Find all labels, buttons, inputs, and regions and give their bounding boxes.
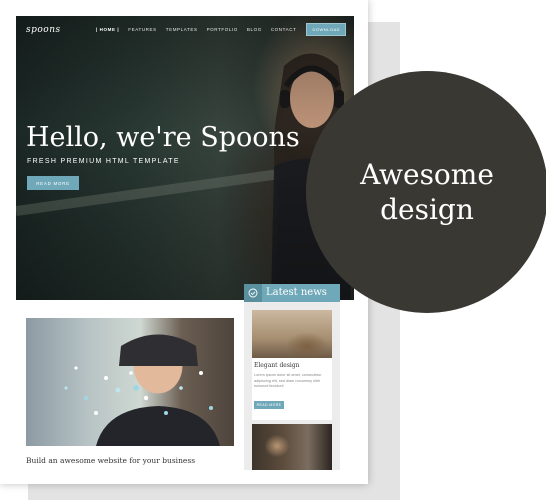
nav-item-templates[interactable]: TEMPLATES <box>166 27 198 32</box>
template-preview: spoons | HOME | FEATURES TEMPLATES PORTF… <box>0 0 368 484</box>
people-in-cafe-image <box>252 424 332 470</box>
site-logo[interactable]: spoons <box>26 25 61 35</box>
nav-item-blog[interactable]: BLOG <box>247 27 262 32</box>
nav-item-portfolio[interactable]: PORTFOLIO <box>207 27 238 32</box>
download-button[interactable]: DOWNLOAD <box>306 23 346 36</box>
deer-in-fog-image <box>252 310 332 358</box>
hero-subtitle: FRESH PREMIUM HTML TEMPLATE <box>27 158 180 165</box>
news-card-title[interactable]: Elegant design <box>254 362 300 369</box>
check-circle-icon <box>248 288 258 298</box>
awesome-design-badge: Awesome design <box>306 71 546 313</box>
hero-title: Hello, we're Spoons <box>26 122 300 153</box>
main-nav: | HOME | FEATURES TEMPLATES PORTFOLIO BL… <box>87 23 346 36</box>
hero-read-more-button[interactable]: READ MORE <box>27 176 79 190</box>
confetti-illustration <box>64 334 220 446</box>
nav-item-home[interactable]: | HOME | <box>96 27 119 32</box>
content-caption: Build an awesome website for your busine… <box>26 456 196 465</box>
latest-news-panel: Latest news Elegant design Lorem ipsum d… <box>244 284 340 470</box>
nav-item-features[interactable]: FEATURES <box>128 27 156 32</box>
news-card-text: Lorem ipsum dolor sit amet, consectetur … <box>254 373 322 388</box>
hero-section: spoons | HOME | FEATURES TEMPLATES PORTF… <box>16 16 354 300</box>
girl-blowing-confetti-image <box>26 318 234 446</box>
nav-item-contact[interactable]: CONTACT <box>271 27 297 32</box>
news-header: Latest news <box>244 284 340 302</box>
news-card: Elegant design Lorem ipsum dolor sit ame… <box>252 310 332 420</box>
badge-text: Awesome design <box>360 158 494 226</box>
news-title: Latest news <box>266 287 327 298</box>
news-read-more-button[interactable]: READ MORE <box>254 401 284 409</box>
news-icon-box <box>244 284 262 302</box>
